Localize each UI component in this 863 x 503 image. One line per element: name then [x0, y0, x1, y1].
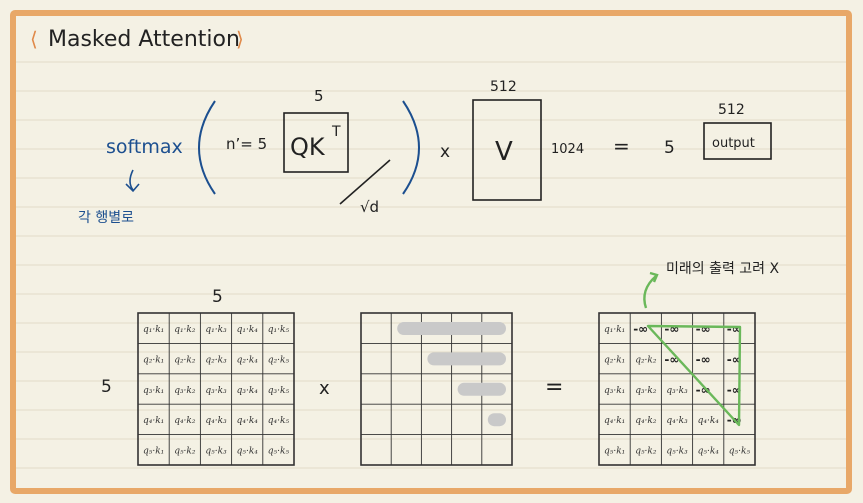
masked-matrix: q₁·k₁ -∞ -∞ -∞ -∞q₂·k₁ q₂·k₂ -∞ -∞ -∞q₃·k₁ q₃·k₂ q… [598, 312, 756, 466]
qk-matrix-cell: q₃·k₂ [174, 386, 196, 396]
page-title: Masked Attention [48, 27, 240, 52]
qk-matrix-cell: q₃·k₃ [205, 386, 227, 396]
times-sign-bottom: x [319, 378, 330, 399]
qk-matrix-cell: q₁·k₃ [205, 325, 227, 335]
equals-sign-top: = [613, 134, 630, 158]
masked-cell-neg-inf: -∞ [696, 352, 711, 366]
qk-matrix-cell: q₄·k₄ [237, 416, 259, 426]
qk-matrix-cell: q₂·k₁ [143, 355, 164, 365]
masked-matrix-cell: q₅·k₃ [666, 447, 688, 457]
paren-right [402, 100, 420, 195]
v-dim-label: 512 [490, 79, 517, 95]
green-arrow-icon [643, 271, 659, 309]
qk-matrix-cell: q₂·k₂ [174, 355, 196, 365]
qk-matrix-cell: q₁·k₄ [237, 325, 259, 335]
qk-matrix-rows-label: 5 [101, 377, 112, 397]
v-rows-label: 1024 [551, 142, 584, 157]
masked-cell-neg-inf: -∞ [696, 322, 711, 336]
qk-matrix: q₁·k₁ q₁·k₂ q₁·k₃ q₁·k₄ q₁·k₅ q₂·k₁ q₂·k₂ q₂·k₃… [137, 312, 295, 466]
qk-matrix-cell: q₂·k₅ [268, 355, 290, 365]
output-label: output [712, 136, 755, 151]
qk-matrix-cell: q₄·k₃ [205, 416, 227, 426]
masked-matrix-cell: q₄·k₃ [666, 416, 688, 426]
masked-matrix-cell: q₁·k₁ [604, 325, 625, 335]
masked-matrix-cell: q₄·k₁ [604, 416, 625, 426]
note-page: ⟨ Masked Attention ⟩ softmax 각 행별로 n’= 5… [0, 0, 863, 503]
title-bracket-right: ⟩ [236, 27, 244, 51]
masked-matrix-cell: q₅·k₁ [604, 447, 625, 457]
qk-matrix-cell: q₁·k₅ [268, 325, 290, 335]
masked-matrix-cell: q₃·k₃ [666, 386, 688, 396]
masked-matrix-cell: q₃·k₁ [604, 386, 625, 396]
qk-matrix-cell: q₅·k₃ [205, 447, 227, 457]
diagram-canvas: ⟨ Masked Attention ⟩ softmax 각 행별로 n’= 5… [10, 10, 852, 494]
qk-matrix-cell: q₃·k₁ [143, 386, 164, 396]
mask-bar [487, 413, 506, 427]
v-label: V [495, 137, 513, 167]
masked-matrix-cell: q₅·k₂ [635, 447, 657, 457]
times-sign-top: x [440, 142, 450, 162]
paren-left [198, 100, 216, 195]
sqrt-d-label: √d [360, 198, 379, 216]
qk-matrix-cell: q₄·k₅ [268, 416, 290, 426]
qk-matrix-cell: q₂·k₄ [237, 355, 259, 365]
qk-matrix-cell: q₅·k₂ [174, 447, 196, 457]
qk-matrix-cell: q₃·k₄ [237, 386, 259, 396]
qk-matrix-cell: q₅·k₁ [143, 447, 164, 457]
mask-matrix [360, 312, 513, 466]
masked-cell-neg-inf: -∞ [633, 322, 648, 336]
masked-matrix-cell: q₃·k₂ [635, 386, 657, 396]
qk-matrix-cell: q₅·k₅ [268, 447, 290, 457]
equals-sign-bottom: = [545, 375, 563, 400]
qk-transpose-label: T [331, 124, 341, 140]
masked-cell-neg-inf: -∞ [664, 322, 679, 336]
row-wise-note: 각 행별로 [78, 210, 134, 226]
masked-matrix-cell: q₂·k₂ [635, 355, 657, 365]
mask-bar [427, 352, 506, 366]
qk-matrix-cell: q₂·k₃ [205, 355, 227, 365]
down-arrow-icon [125, 169, 140, 193]
n-prime-label: n’= 5 [226, 135, 267, 153]
qk-matrix-cell: q₁·k₁ [143, 325, 164, 335]
softmax-label: softmax [106, 136, 183, 158]
out-dim-label: 512 [718, 102, 745, 118]
qk-matrix-cols-label: 5 [212, 287, 223, 307]
masked-matrix-cell: q₅·k₄ [698, 447, 720, 457]
qk-matrix-cell: q₁·k₂ [174, 325, 196, 335]
qk-label: QK [290, 133, 326, 161]
qk-dim-label: 5 [314, 87, 324, 105]
qk-matrix-cell: q₄·k₁ [143, 416, 164, 426]
qk-matrix-cell: q₃·k₅ [268, 386, 290, 396]
qk-matrix-cell: q₄·k₂ [174, 416, 196, 426]
out-rows-label: 5 [664, 138, 675, 158]
masked-matrix-cell: q₄·k₄ [698, 416, 720, 426]
qk-matrix-cell: q₅·k₄ [237, 447, 259, 457]
title-bracket-left: ⟨ [30, 27, 38, 51]
masked-matrix-cell: q₅·k₅ [729, 447, 751, 457]
masked-matrix-cell: q₄·k₂ [635, 416, 657, 426]
masked-matrix-cell: q₂·k₁ [604, 355, 625, 365]
future-mask-note: 미래의 출력 고려 X [666, 261, 780, 277]
mask-bar [457, 382, 506, 396]
mask-bar [397, 322, 506, 335]
